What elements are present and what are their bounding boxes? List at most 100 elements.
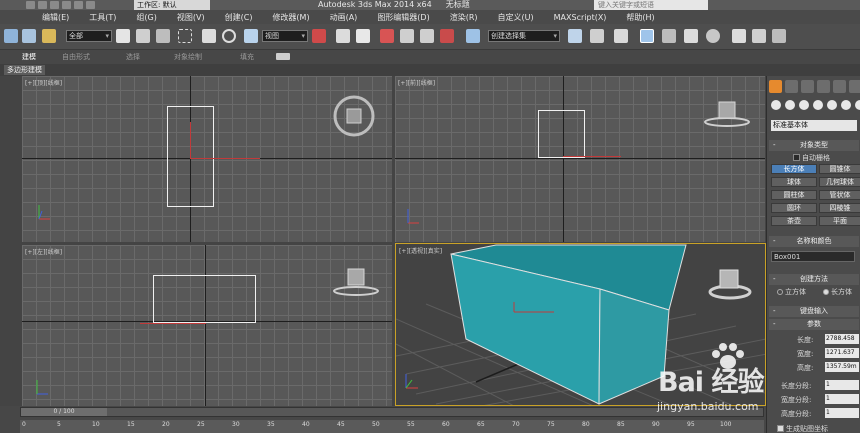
radio-cube[interactable]: 立方体 <box>777 287 806 297</box>
viewport-front[interactable]: [+][前][线框] <box>395 76 765 242</box>
menu-graph-editors[interactable]: 图形编辑器(D) <box>367 12 439 23</box>
angle-snap-icon[interactable] <box>400 29 414 43</box>
viewcube-left-icon[interactable] <box>330 265 382 297</box>
autogrid-checkbox[interactable]: 自动栅格 <box>793 153 830 163</box>
polygon-modeling-panel[interactable]: 多边形建模 <box>4 65 45 75</box>
width-segs-input[interactable]: 1 <box>825 394 859 404</box>
rect-selection-icon[interactable] <box>156 29 170 43</box>
category-dropdown[interactable]: 标准基本体 <box>771 120 857 131</box>
viewcube-top-icon[interactable] <box>332 94 376 138</box>
menu-help[interactable]: 帮助(H) <box>616 12 664 23</box>
viewport-label-left[interactable]: [+][左][线框] <box>25 247 62 256</box>
curve-editor-icon[interactable] <box>662 29 676 43</box>
radio-cube-icon[interactable] <box>777 289 783 295</box>
tab-freeform[interactable]: 自由形式 <box>62 52 90 62</box>
display-tab-icon[interactable] <box>833 80 846 93</box>
viewcube-perspective-icon[interactable] <box>719 269 739 289</box>
height-segs-input[interactable]: 1 <box>825 408 859 418</box>
menu-group[interactable]: 组(G) <box>126 12 166 23</box>
mirror-icon[interactable] <box>568 29 582 43</box>
height-input[interactable]: 1357.59m <box>825 362 859 372</box>
sphere-button[interactable]: 球体 <box>771 177 817 187</box>
select-and-manipulate-icon[interactable] <box>336 29 350 43</box>
project-folder-icon[interactable] <box>86 1 95 9</box>
helpers-icon[interactable] <box>827 100 837 110</box>
schematic-view-icon[interactable] <box>684 29 698 43</box>
cylinder-button[interactable]: 圆柱体 <box>771 190 817 200</box>
percent-snap-icon[interactable] <box>420 29 434 43</box>
rollout-parameters[interactable]: 参数 <box>769 319 859 330</box>
viewport-label-front[interactable]: [+][前][线框] <box>398 78 435 87</box>
viewport-top[interactable]: [+][顶][线框] <box>22 76 392 242</box>
motion-tab-icon[interactable] <box>817 80 830 93</box>
tab-modeling[interactable]: 建模 <box>22 52 36 62</box>
keyboard-shortcut-override-icon[interactable] <box>356 29 370 43</box>
menu-tools[interactable]: 工具(T) <box>79 12 126 23</box>
pyramid-button[interactable]: 四棱锥 <box>819 203 860 213</box>
rendered-frame-window-icon[interactable] <box>752 29 766 43</box>
rollout-keyboard-entry[interactable]: 键盘输入 <box>769 306 859 317</box>
tab-selection[interactable]: 选择 <box>126 52 140 62</box>
menu-create[interactable]: 创建(C) <box>215 12 263 23</box>
select-object-icon[interactable] <box>116 29 130 43</box>
rollout-creation-method[interactable]: 创建方法 <box>769 274 859 285</box>
search-input[interactable]: 键入关键字或短语 <box>594 0 708 10</box>
viewcube-front-icon[interactable] <box>701 98 753 130</box>
move-icon[interactable] <box>202 29 216 43</box>
geosphere-button[interactable]: 几何球体 <box>819 177 860 187</box>
edit-named-selection-icon[interactable] <box>466 29 480 43</box>
space-warps-icon[interactable] <box>841 100 851 110</box>
menu-animation[interactable]: 动画(A) <box>320 12 368 23</box>
render-production-icon[interactable] <box>772 29 786 43</box>
teapot-button[interactable]: 茶壶 <box>771 216 817 226</box>
workspace-dropdown[interactable]: 工作区: 默认 <box>134 0 210 10</box>
length-input[interactable]: 2788.458 <box>825 334 859 344</box>
scale-icon[interactable] <box>244 29 258 43</box>
track-bar[interactable]: 0 5 10 15 20 25 30 35 40 45 50 55 60 65 … <box>20 420 764 433</box>
gen-mapping-check-icon[interactable] <box>777 425 784 432</box>
length-segs-input[interactable]: 1 <box>825 380 859 390</box>
graphite-ribbon-icon[interactable] <box>640 29 654 43</box>
rotate-icon[interactable] <box>222 29 236 43</box>
tube-button[interactable]: 管状体 <box>819 190 860 200</box>
selection-filter-dropdown[interactable]: 全部 <box>66 30 112 42</box>
spinner-snap-icon[interactable] <box>440 29 454 43</box>
cone-button[interactable]: 圆锥体 <box>819 164 860 174</box>
lights-icon[interactable] <box>799 100 809 110</box>
menu-edit[interactable]: 编辑(E) <box>32 12 79 23</box>
menu-view[interactable]: 视图(V) <box>167 12 215 23</box>
menu-maxscript[interactable]: MAXScript(X) <box>544 13 617 22</box>
width-input[interactable]: 1271.637 <box>825 348 859 358</box>
gen-mapping-checkbox[interactable]: 生成贴图坐标 <box>777 424 828 433</box>
shapes-icon[interactable] <box>785 100 795 110</box>
align-icon[interactable] <box>590 29 604 43</box>
viewport-label-top[interactable]: [+][顶][线框] <box>25 78 62 87</box>
named-selection-dropdown[interactable]: 创建选择集 <box>488 30 560 42</box>
radio-box[interactable]: 长方体 <box>823 287 852 297</box>
box-wireframe-front[interactable] <box>538 110 585 158</box>
object-name-input[interactable]: Box001 <box>771 251 855 262</box>
time-slider[interactable]: 0 / 100 <box>20 407 764 417</box>
undo-icon[interactable] <box>62 1 71 9</box>
hierarchy-tab-icon[interactable] <box>801 80 814 93</box>
menu-modifiers[interactable]: 修改器(M) <box>262 12 319 23</box>
render-setup-icon[interactable] <box>732 29 746 43</box>
ribbon-options-icon[interactable] <box>276 53 290 60</box>
radio-box-icon[interactable] <box>823 289 829 295</box>
time-slider-knob[interactable]: 0 / 100 <box>21 408 107 416</box>
viewport-left[interactable]: [+][左][线框] <box>22 245 392 406</box>
plane-button[interactable]: 平面 <box>819 216 860 226</box>
redo-icon[interactable] <box>74 1 83 9</box>
reference-coordinate-dropdown[interactable]: 视图 <box>262 30 308 42</box>
box-wireframe-left[interactable] <box>153 275 256 323</box>
menu-customize[interactable]: 自定义(U) <box>488 12 544 23</box>
select-by-name-icon[interactable] <box>136 29 150 43</box>
new-file-icon[interactable] <box>26 1 35 9</box>
window-crossing-icon[interactable] <box>178 29 192 43</box>
link-icon[interactable] <box>4 29 18 43</box>
open-file-icon[interactable] <box>38 1 47 9</box>
viewport-perspective[interactable]: [+][透视][真实] <box>395 243 766 406</box>
pivot-center-icon[interactable] <box>312 29 326 43</box>
utilities-tab-icon[interactable] <box>849 80 860 93</box>
geometry-icon[interactable] <box>771 100 781 110</box>
